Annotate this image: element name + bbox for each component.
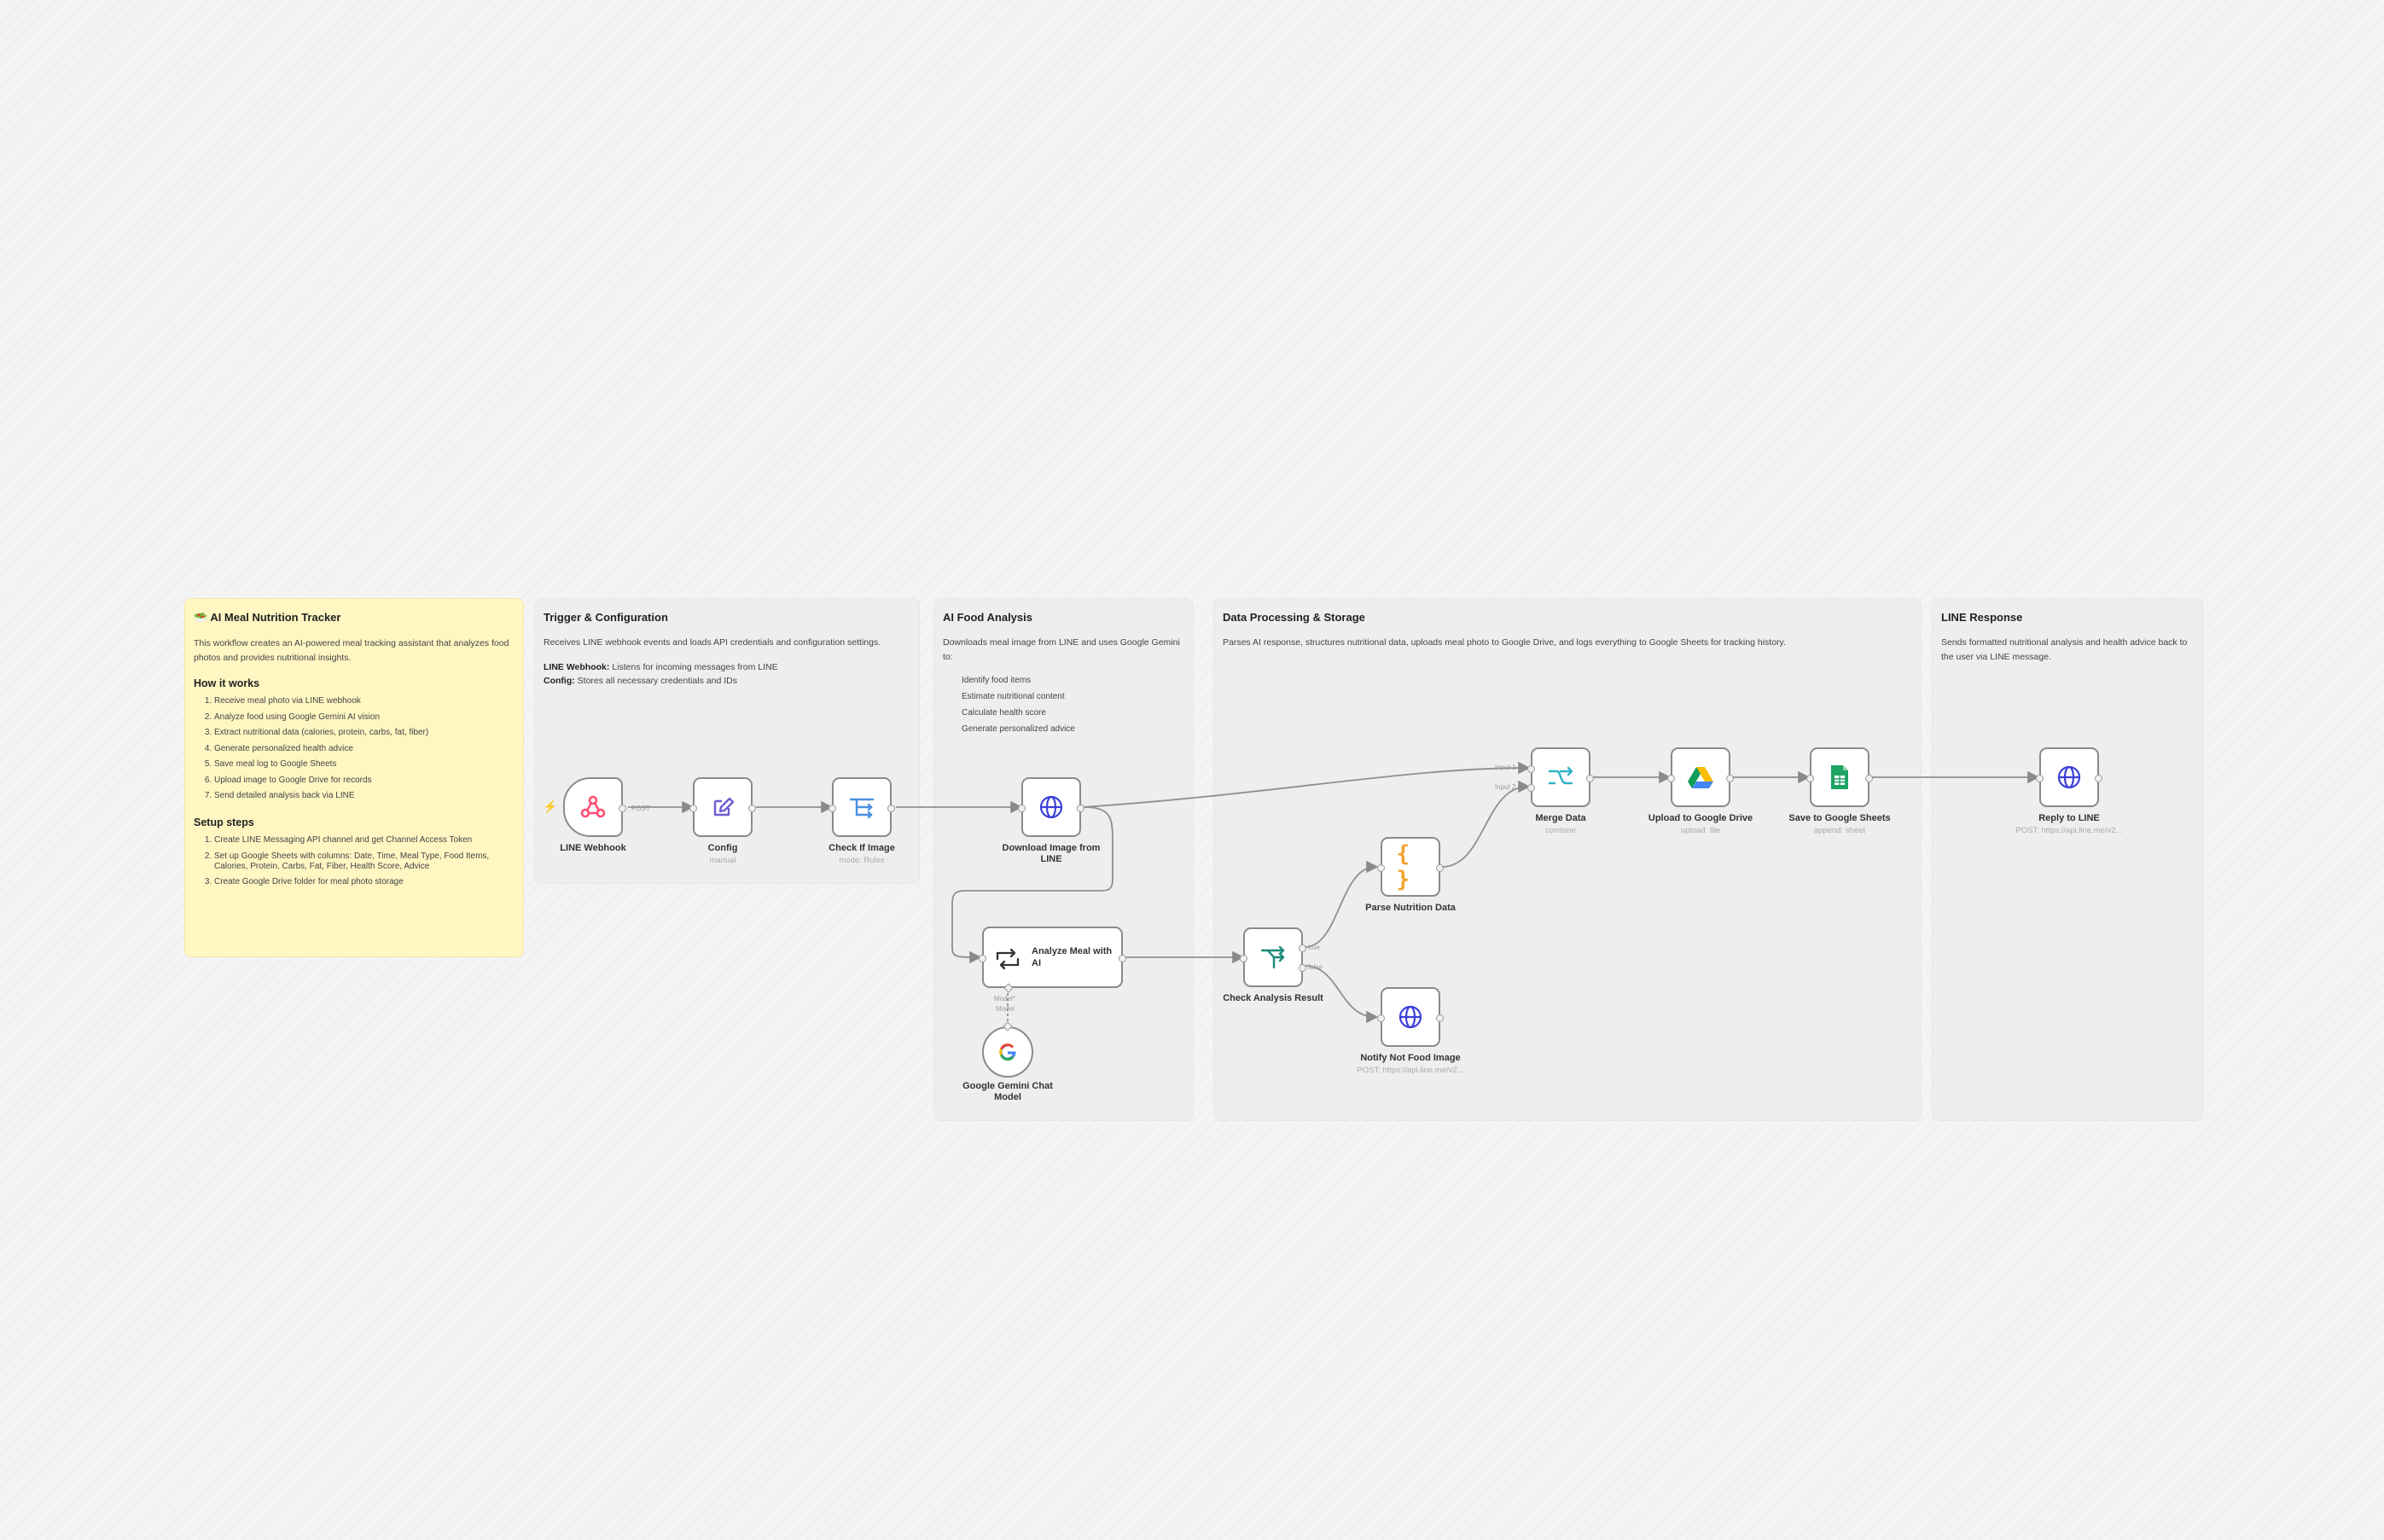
output-port[interactable] [1586,775,1594,782]
globe-icon [1038,794,1064,820]
input-port[interactable] [1018,805,1026,812]
edge-label-model: Model* [994,995,1015,1002]
output-port[interactable] [1436,864,1444,872]
edge-label-input2: Input 2 [1495,783,1516,791]
node-label: Upload to Google Drive [1648,813,1753,823]
webhook-icon [579,793,607,821]
node-label: LINE Webhook [560,843,626,853]
switch-icon [848,794,875,820]
input-port[interactable] [1377,1014,1385,1022]
llm-chain-icon [994,945,1021,973]
node-label: Config [707,843,738,853]
node-check-if-image[interactable] [829,777,895,837]
node-subtitle: mode: Rules [839,856,885,865]
input-port[interactable] [1240,955,1247,962]
connection [1441,780,1531,868]
edge-label-input1: Input 1 [1495,764,1516,771]
input-port-2[interactable] [1527,784,1535,792]
connections-layer: POST Input 1 Input 2 true false Model* M… [628,761,2040,1026]
output-port[interactable] [748,805,756,812]
node-subtitle: POST: https://api.line.me/v2... [1357,1066,1464,1075]
node-subtitle: upload: file [1681,826,1720,835]
node-line-webhook[interactable] [563,777,626,837]
output-port-false[interactable] [1299,964,1306,972]
output-port[interactable] [1119,955,1126,962]
input-port[interactable] [1806,775,1814,782]
input-port[interactable] [689,805,697,812]
node-save-sheets[interactable] [1806,747,1873,807]
node-subtitle: append: sheet [1813,826,1866,835]
node-label: Parse Nutrition Data [1365,903,1456,913]
node-subtitle: combine [1545,826,1576,835]
input-port[interactable] [1667,775,1675,782]
node-label: Download Image from LINE [1002,843,1101,864]
globe-icon [1398,1004,1423,1030]
input-port-1[interactable] [1527,765,1535,773]
node-parse-nutrition[interactable]: { } [1377,837,1444,897]
connection [1304,965,1379,1024]
node-gemini-model[interactable] [982,1021,1033,1078]
node-label: Analyze Meal with AI [1032,946,1113,968]
output-port[interactable] [887,805,895,812]
node-label: Check Analysis Result [1223,993,1323,1003]
output-port[interactable] [619,805,626,812]
google-sheets-icon [1829,764,1850,790]
edge-label-post: POST [631,805,650,812]
google-drive-icon [1687,765,1714,789]
globe-icon [2056,764,2082,790]
node-upload-drive[interactable] [1667,747,1734,807]
input-port[interactable] [979,955,986,962]
node-subtitle: manual [709,856,736,865]
output-port[interactable] [1077,805,1084,812]
input-port[interactable] [1377,864,1385,872]
input-port[interactable] [2036,775,2044,782]
node-label: Check If Image [829,843,895,853]
edge-label-false: false [1308,963,1323,971]
output-port-true[interactable] [1299,944,1306,952]
node-download-image[interactable] [1018,777,1084,837]
if-icon [1259,944,1287,970]
node-label: Reply to LINE [2038,813,2100,823]
node-label: Notify Not Food Image [1360,1053,1461,1063]
merge-icon [1547,764,1574,790]
edge-label-true: true [1308,944,1320,951]
output-port[interactable] [1865,775,1873,782]
node-config[interactable] [689,777,756,837]
connection [1083,761,1531,808]
output-port[interactable] [1436,1014,1444,1022]
node-analyze-meal[interactable]: Analyze Meal with AI [979,927,1126,993]
node-reply-line[interactable] [2036,747,2102,807]
google-icon [997,1041,1019,1063]
node-label: Merge Data [1535,813,1586,823]
output-port[interactable] [2095,775,2102,782]
trigger-bolt-icon: ⚡ [543,799,558,813]
node-notify-not-food[interactable] [1377,987,1444,1047]
braces-icon: { } [1396,841,1410,892]
input-port[interactable] [829,805,836,812]
node-merge-data[interactable] [1527,747,1594,807]
node-label: Save to Google Sheets [1788,813,1891,823]
edge-label-model-2: Model [996,1005,1015,1013]
output-port[interactable] [1726,775,1734,782]
node-subtitle: POST: https://api.line.me/v2... [2015,826,2123,835]
node-check-analysis-result[interactable] [1240,927,1306,987]
pencil-icon [710,794,736,820]
node-label: Google Gemini Chat Model [962,1081,1053,1102]
